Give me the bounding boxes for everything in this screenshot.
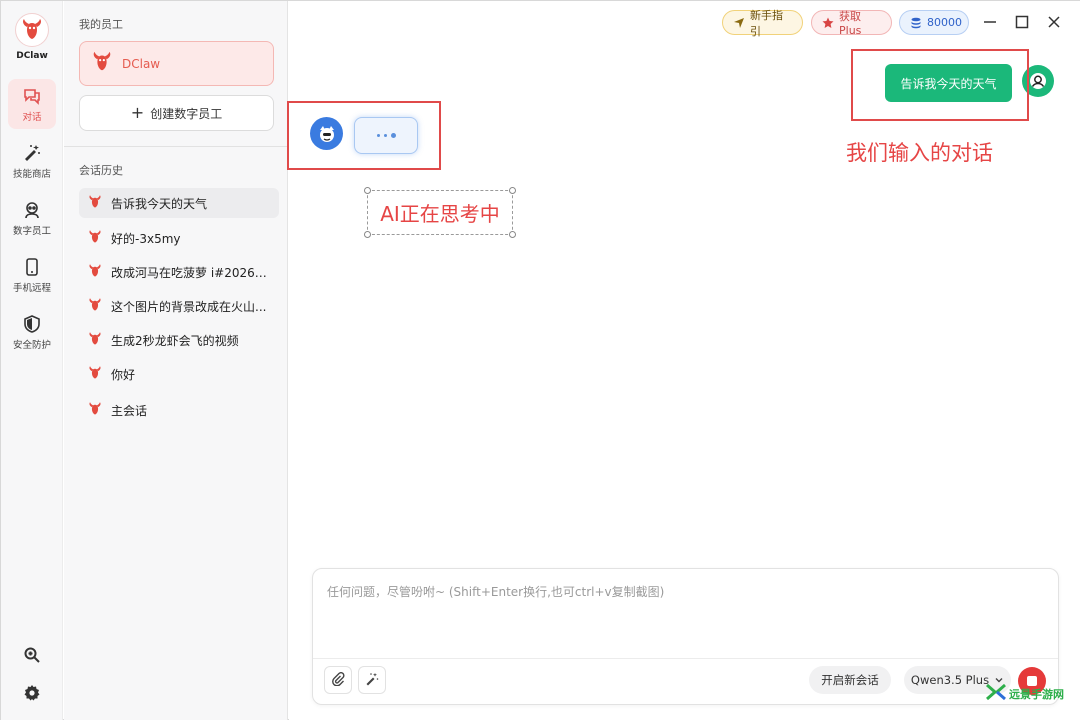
create-employee-button[interactable]: + 创建数字员工 <box>79 95 274 131</box>
resize-handle <box>509 187 516 194</box>
annotation-box-user <box>851 49 1029 121</box>
shield-icon <box>21 313 43 335</box>
rail-item-label: 技能商店 <box>12 169 51 180</box>
history-item[interactable]: 主会话 <box>79 395 279 425</box>
lobster-avatar-icon <box>90 50 114 77</box>
robot-icon <box>21 199 43 221</box>
rail-item-employees[interactable]: 数字员工 <box>8 193 56 243</box>
brand: DClaw <box>1 13 63 61</box>
rail-item-remote[interactable]: 手机远程 <box>8 250 56 300</box>
annotation-user-input: 我们输入的对话 <box>846 141 993 165</box>
attach-button[interactable] <box>324 666 352 694</box>
annotation-ai-thinking: AI正在思考中 <box>380 202 500 226</box>
credits-badge[interactable]: 80000 <box>899 10 969 35</box>
history-item[interactable]: 好的-3x5my <box>79 223 279 253</box>
history-item-label: 告诉我今天的天气 <box>111 196 208 211</box>
plus-icon: + <box>130 103 145 122</box>
credits-value: 80000 <box>927 16 962 29</box>
lobster-icon <box>87 194 103 213</box>
history-item[interactable]: 这个图片的背景改成在火山... <box>79 291 279 321</box>
history-item-label: 主会话 <box>111 403 148 418</box>
resize-handle <box>364 231 371 238</box>
annotation-selection: AI正在思考中 <box>364 187 516 238</box>
maximize-icon[interactable] <box>1011 11 1033 33</box>
rail-item-label: 手机远程 <box>12 283 51 294</box>
rail-item-label: 数字员工 <box>12 226 51 237</box>
zoom-search-icon[interactable] <box>20 643 44 667</box>
history-item-label: 生成2秒龙虾会飞的视频 <box>111 333 239 348</box>
history-item[interactable]: 告诉我今天的天气 <box>79 188 279 218</box>
rail-item-chat[interactable]: 对话 <box>8 79 56 129</box>
lobster-icon <box>87 229 103 248</box>
create-employee-label: 创建数字员工 <box>150 106 223 121</box>
lobster-logo-icon <box>15 13 49 47</box>
watermark: 远景手游网 <box>986 683 1064 704</box>
panel-divider <box>64 146 288 147</box>
resize-handle <box>364 187 371 194</box>
composer-divider <box>313 658 1058 659</box>
annotation-box-ai <box>287 101 441 170</box>
employee-name: DClaw <box>122 56 161 71</box>
get-plus-label: 获取Plus <box>839 10 862 37</box>
history-item-label: 改成河马在吃菠萝 i#202604... <box>111 265 271 280</box>
lobster-icon <box>87 331 103 350</box>
lobster-icon <box>87 401 103 420</box>
history-item[interactable]: 生成2秒龙虾会飞的视频 <box>79 325 279 355</box>
get-plus-button[interactable]: 获取Plus <box>811 10 892 37</box>
history-item[interactable]: 你好 <box>79 359 279 389</box>
chat-main: 新手指引 获取Plus 80000 告诉我今天的天气 我们输入的对话 AI正在思… <box>287 1 1080 720</box>
magic-wand-icon <box>365 672 379 689</box>
rail-item-label: 对话 <box>22 112 42 123</box>
paperclip-icon <box>331 671 345 689</box>
history-item-label: 你好 <box>111 367 136 382</box>
resize-handle <box>509 231 516 238</box>
guide-button[interactable]: 新手指引 <box>722 9 803 38</box>
gear-icon[interactable] <box>20 681 44 705</box>
composer: 开启新会话 Qwen3.5 Plus <box>312 568 1059 705</box>
history-item[interactable]: 改成河马在吃菠萝 i#202604... <box>79 257 279 287</box>
new-chat-button[interactable]: 开启新会话 <box>809 666 891 694</box>
history-title: 会话历史 <box>79 164 123 177</box>
phone-icon <box>21 256 43 278</box>
employee-card[interactable]: DClaw <box>79 41 274 86</box>
watermark-logo-icon <box>986 683 1006 704</box>
rail-item-security[interactable]: 安全防护 <box>8 307 56 357</box>
minimize-icon[interactable] <box>979 11 1001 33</box>
guide-label: 新手指引 <box>750 8 783 38</box>
model-name: Qwen3.5 Plus <box>910 673 990 687</box>
employees-title: 我的员工 <box>79 18 123 31</box>
app-name: DClaw <box>16 51 48 61</box>
lobster-icon <box>87 297 103 316</box>
history-item-label: 这个图片的背景改成在火山... <box>111 299 267 314</box>
send-arrow-icon <box>733 17 745 29</box>
rail-item-skills[interactable]: 技能商店 <box>8 136 56 186</box>
close-icon[interactable] <box>1043 11 1065 33</box>
app-window: DClaw 对话 技能商店 数字员工 手机远程 安全防护 我的员工 DClaw … <box>0 0 1080 720</box>
coin-stack-icon <box>910 17 922 29</box>
chat-icon <box>21 85 43 107</box>
magic-button[interactable] <box>358 666 386 694</box>
lobster-icon <box>87 263 103 282</box>
history-item-label: 好的-3x5my <box>111 231 181 246</box>
rail-item-label: 安全防护 <box>12 340 51 351</box>
message-input[interactable] <box>327 583 1042 653</box>
watermark-text: 远景手游网 <box>1009 687 1064 701</box>
lobster-icon <box>87 365 103 384</box>
magic-wand-icon <box>21 142 43 164</box>
side-panel: 我的员工 DClaw + 创建数字员工 会话历史 告诉我今天的天气 好的-3x5… <box>64 1 288 720</box>
star-icon <box>822 17 834 29</box>
nav-rail: DClaw 对话 技能商店 数字员工 手机远程 安全防护 <box>1 1 63 720</box>
